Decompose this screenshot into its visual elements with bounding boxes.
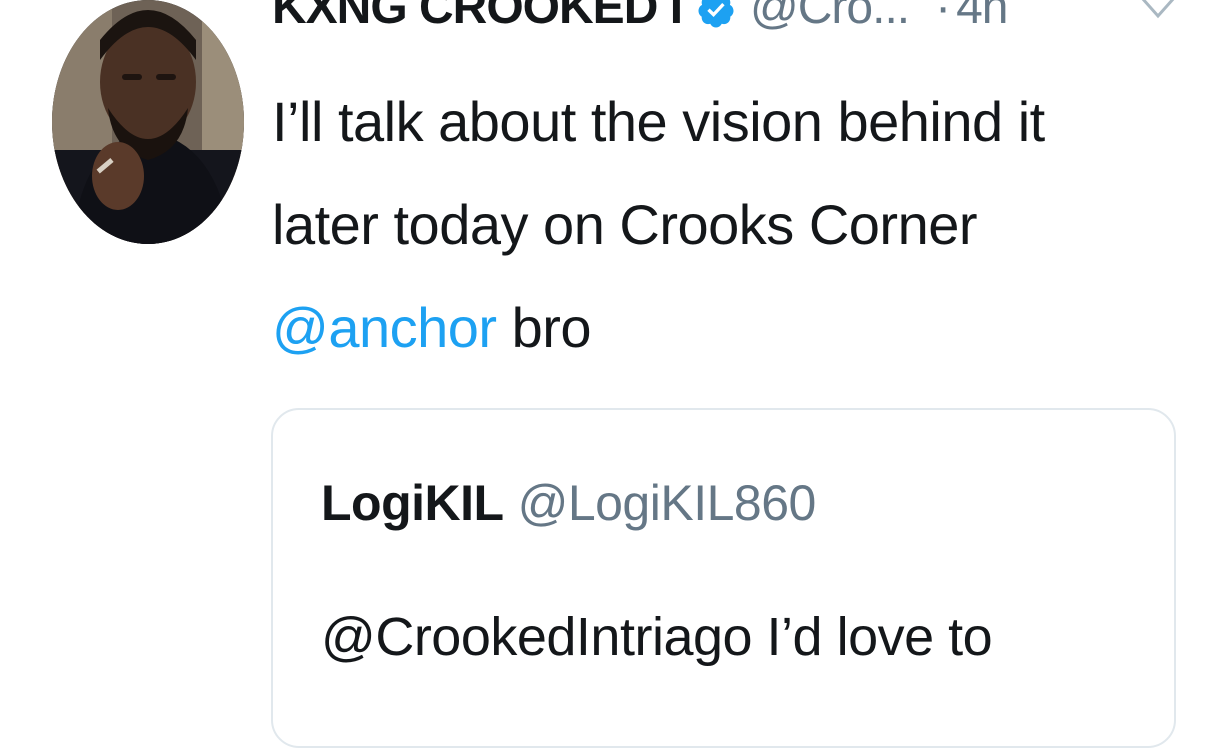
tweet-timestamp[interactable]: 4h	[956, 0, 1008, 35]
tweet-text-suffix: bro	[511, 296, 592, 359]
quoted-tweet-header: LogiKIL @LogiKIL860	[321, 474, 816, 532]
quoted-author-handle: @LogiKIL860	[517, 475, 817, 531]
quoted-tweet-card[interactable]: LogiKIL @LogiKIL860 @CrookedIntriago I’d …	[271, 408, 1176, 748]
quoted-author-name: LogiKIL	[321, 475, 504, 531]
user-avatar-photo	[52, 0, 244, 244]
verified-badge-icon	[696, 0, 736, 28]
mention-link[interactable]: @anchor	[272, 296, 497, 359]
tweet-text-line-2: later today on Crooks Corner	[272, 193, 978, 256]
chevron-down-icon[interactable]	[1138, 0, 1178, 22]
quoted-tweet-text: @CrookedIntriago I’d love to	[321, 607, 993, 667]
author-handle[interactable]: @Cro...	[750, 0, 910, 35]
tweet-text-line-3: @anchor bro	[272, 276, 1172, 379]
tweet-body: I’ll talk about the vision behind it lat…	[272, 70, 1172, 379]
separator-dot: ·	[935, 0, 951, 34]
tweet-text-line-1: I’ll talk about the vision behind it	[272, 90, 1045, 153]
tweet-header: KXNG CROOKED I @Cro... · 4h	[272, 0, 1008, 42]
avatar[interactable]	[52, 0, 244, 244]
author-name[interactable]: KXNG CROOKED I	[272, 0, 683, 35]
